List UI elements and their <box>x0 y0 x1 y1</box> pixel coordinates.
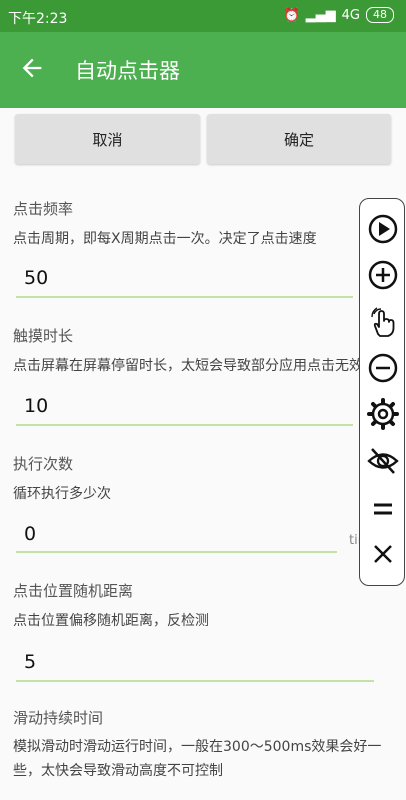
setting-title: 执行次数 <box>13 455 74 473</box>
remove-icon[interactable] <box>366 351 400 385</box>
random-offset-input[interactable]: 5 <box>16 651 36 673</box>
add-icon[interactable] <box>366 258 400 292</box>
alarm-icon: ⏰ <box>283 7 300 23</box>
input-underline <box>16 551 337 553</box>
setting-description: 点击位置偏移随机距离，反检测 <box>13 613 209 629</box>
battery-level: 48 <box>366 7 394 23</box>
status-time: 下午2:23 <box>8 11 68 27</box>
repeat-count-input[interactable]: 0 <box>16 523 36 545</box>
status-icons: ⏰ ▂▄▆ 4G 48 <box>283 7 394 23</box>
setting-description: 模拟滑动时滑动运行时间，一般在300～500ms效果会好一些，太快会导致滑动高度… <box>13 739 382 779</box>
back-arrow-icon[interactable] <box>18 54 46 82</box>
close-icon[interactable] <box>366 537 400 571</box>
setting-description: 循环执行多少次 <box>13 486 111 502</box>
eye-off-icon[interactable] <box>366 444 400 478</box>
confirm-button[interactable]: 确定 <box>207 114 391 164</box>
setting-title: 滑动持续时间 <box>13 709 104 727</box>
gear-icon[interactable] <box>366 397 400 431</box>
app-bar: 自动点击器 <box>0 32 406 108</box>
status-bar: 下午2:23 ⏰ ▂▄▆ 4G 48 <box>0 0 406 32</box>
page-title: 自动点击器 <box>75 59 180 83</box>
input-underline <box>16 680 374 682</box>
setting-title: 点击频率 <box>13 200 74 218</box>
tap-hand-icon[interactable] <box>366 306 400 340</box>
equals-icon[interactable] <box>366 492 400 526</box>
floating-toolbar <box>359 198 405 586</box>
touch-duration-input[interactable]: 10 <box>16 395 48 417</box>
setting-title: 触摸时长 <box>13 327 74 345</box>
input-underline <box>16 424 353 426</box>
network-label: 4G <box>341 7 360 23</box>
setting-description: 点击屏幕在屏幕停留时长，太短会导致部分应用点击无效 <box>13 358 363 374</box>
setting-title: 点击位置随机距离 <box>13 582 134 600</box>
cancel-button[interactable]: 取消 <box>15 114 200 164</box>
setting-description: 点击周期，即每X周期点击一次。决定了点击速度 <box>13 231 317 247</box>
click-interval-input[interactable]: 50 <box>16 267 48 289</box>
input-underline <box>16 296 353 298</box>
signal-icon: ▂▄▆ <box>305 7 336 23</box>
play-icon[interactable] <box>366 212 400 246</box>
